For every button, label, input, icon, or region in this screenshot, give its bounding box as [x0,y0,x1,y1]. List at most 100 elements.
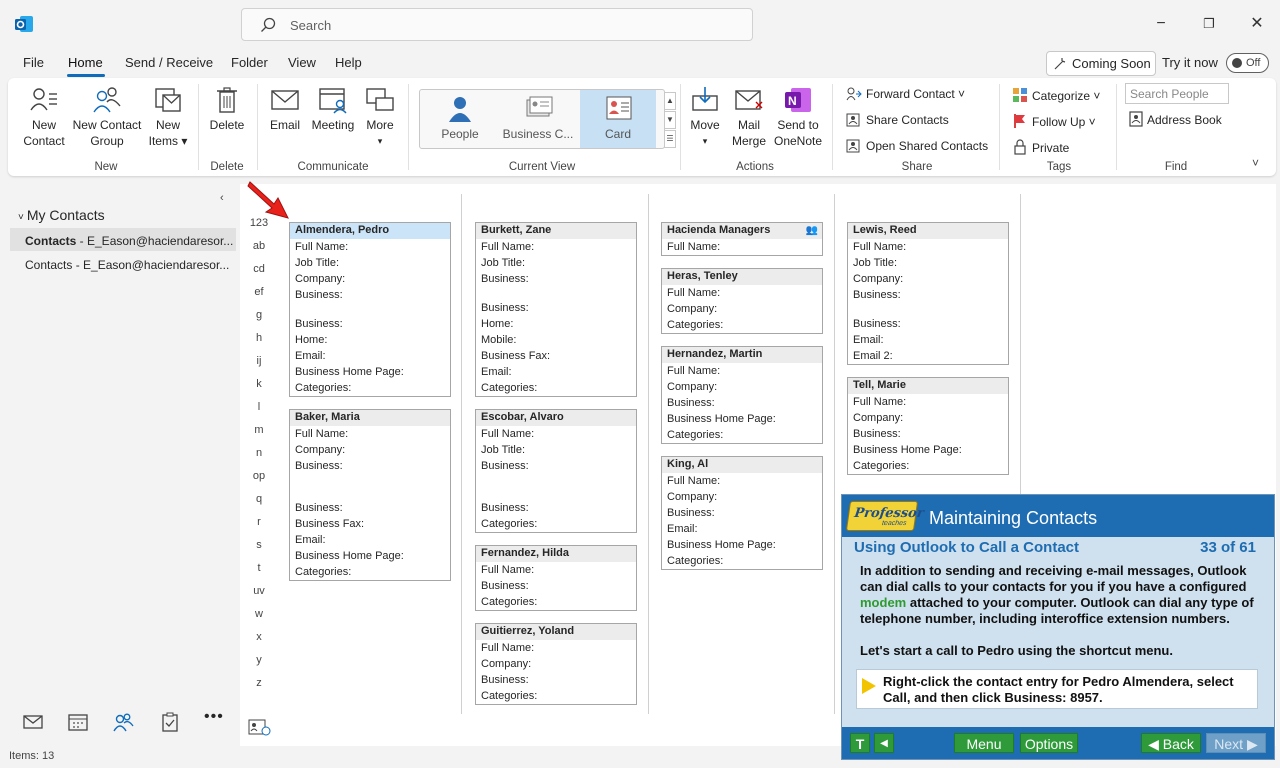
menu-view[interactable]: View [288,55,316,70]
forward-contact-button[interactable]: Forward Contact ˅ [846,87,965,101]
contact-card[interactable]: Guitierrez, Yoland Full Name: Company: Busi… [475,623,637,705]
alphabet-index-item[interactable]: l [240,401,278,413]
contact-card-view-icon[interactable] [248,719,272,737]
minimize-button[interactable]: − [1149,12,1173,36]
contact-field: Business: [853,428,901,440]
contact-name[interactable]: Lewis, Reed [848,223,1008,239]
tasks-icon[interactable] [159,712,181,732]
contact-name[interactable]: Almendera, Pedro [290,223,450,239]
meeting-button[interactable]: Meeting [310,86,356,133]
coming-soon-button[interactable]: Coming Soon [1046,51,1156,76]
alphabet-index-item[interactable]: m [240,424,278,436]
alphabet-index-item[interactable]: cd [240,263,278,275]
back-button[interactable]: ◀ Back [1141,733,1201,753]
contact-card[interactable]: Heras, Tenley Full Name: Company: Categorie… [661,268,823,334]
new-outlook-toggle[interactable]: Off [1226,53,1269,73]
search-box[interactable]: Search [241,8,753,41]
move-button[interactable]: Move ▾ [686,86,724,149]
alphabet-index-item[interactable]: k [240,378,278,390]
alphabet-index-item[interactable]: ab [240,240,278,252]
contact-name[interactable]: Fernandez, Hilda [476,546,636,562]
nav-contacts-folder-1[interactable]: Contacts - E_Eason@haciendaresor... [10,228,236,251]
menu-help[interactable]: Help [335,55,362,70]
alphabet-index-item[interactable]: g [240,309,278,321]
contact-name[interactable]: Guitierrez, Yoland [476,624,636,640]
contact-name[interactable]: Hacienda Managers [662,223,822,239]
alphabet-index-item[interactable]: x [240,631,278,643]
delete-button[interactable]: Delete [204,86,250,133]
contact-card[interactable]: Escobar, Alvaro Full Name: Job Title: Busin… [475,409,637,533]
categorize-button[interactable]: Categorize ˅ [1012,87,1100,103]
send-to-onenote-button[interactable]: N Send to OneNote [772,86,824,149]
search-people-input[interactable]: Search People [1125,83,1229,104]
contact-name[interactable]: Baker, Maria [290,410,450,426]
collapse-pane-chevron-icon[interactable]: ‹ [220,192,224,204]
collapse-ribbon-chevron-icon[interactable]: ˅ [1252,156,1259,170]
expand-chevron-icon: ˅ [18,212,24,223]
alphabet-index-item[interactable]: s [240,539,278,551]
contact-name[interactable]: Burkett, Zane [476,223,636,239]
alphabet-index-item[interactable]: ij [240,355,278,367]
contact-name[interactable]: Hernandez, Martin [662,347,822,363]
contact-card[interactable]: Hacienda Managers Full Name: 👥 [661,222,823,256]
new-contact-button[interactable]: New Contact [18,86,70,149]
gallery-scroll-up[interactable]: ▲ [664,92,676,110]
address-book-button[interactable]: Address Book [1129,111,1222,127]
view-people[interactable]: People [422,90,498,148]
contact-card[interactable]: Almendera, Pedro Full Name: Job Title: Comp… [289,222,451,397]
more-button[interactable]: More ▾ [360,86,400,149]
more-apps-icon[interactable]: ••• [204,708,226,728]
menu-button[interactable]: Menu [954,733,1014,753]
menu-home[interactable]: Home [68,55,103,70]
email-button[interactable]: Email [264,86,306,133]
options-button[interactable]: Options [1020,733,1078,753]
alphabet-index-item[interactable]: t [240,562,278,574]
text-toggle-button[interactable]: T [850,733,870,753]
view-card[interactable]: Card [580,90,656,148]
mail-merge-button[interactable]: Mail Merge [728,86,770,149]
restore-button[interactable]: ❐ [1197,12,1221,36]
contact-name[interactable]: Escobar, Alvaro [476,410,636,426]
menu-file[interactable]: File [23,55,44,70]
calendar-icon[interactable] [67,712,89,732]
view-business-card[interactable]: Business C... [500,90,576,148]
next-button[interactable]: Next ▶ [1206,733,1266,753]
new-items-button[interactable]: New Items ▾ [144,86,192,149]
open-shared-contacts-button[interactable]: Open Shared Contacts [846,139,988,153]
contact-card[interactable]: Burkett, Zane Full Name: Job Title: Busines… [475,222,637,397]
contact-card[interactable]: Lewis, Reed Full Name: Job Title: Company: B… [847,222,1009,365]
alphabet-index-item[interactable]: r [240,516,278,528]
menu-send-receive[interactable]: Send / Receive [125,55,213,70]
follow-up-button[interactable]: Follow Up ˅ [1012,113,1096,129]
alphabet-index-item[interactable]: op [240,470,278,482]
menu-folder[interactable]: Folder [231,55,268,70]
previous-small-button[interactable]: ◀ [874,733,894,753]
contact-card[interactable]: Hernandez, Martin Full Name: Company: Busin… [661,346,823,444]
modem-link[interactable]: modem [860,595,906,610]
my-contacts-header[interactable]: ˅ My Contacts [18,207,105,223]
alphabet-index-item[interactable]: uv [240,585,278,597]
contact-name[interactable]: King, Al [662,457,822,473]
alphabet-index-item[interactable]: n [240,447,278,459]
contact-card[interactable]: Baker, Maria Full Name: Company: Business: B… [289,409,451,581]
alphabet-index-item[interactable]: w [240,608,278,620]
alphabet-index-item[interactable]: z [240,677,278,689]
contact-card[interactable]: Fernandez, Hilda Full Name: Business: Categ… [475,545,637,611]
contact-name[interactable]: Tell, Marie [848,378,1008,394]
contact-name[interactable]: Heras, Tenley [662,269,822,285]
alphabet-index-item[interactable]: ef [240,286,278,298]
gallery-expand[interactable]: ☰ [664,130,676,148]
new-contact-group-button[interactable]: New Contact Group [70,86,144,149]
contact-card[interactable]: Tell, Marie Full Name: Company: Business: Bu… [847,377,1009,475]
people-module-icon[interactable] [112,712,134,732]
nav-contacts-folder-2[interactable]: Contacts - E_Eason@haciendaresor... [10,252,236,275]
alphabet-index-item[interactable]: h [240,332,278,344]
gallery-scroll-down[interactable]: ▼ [664,111,676,129]
alphabet-index-item[interactable]: q [240,493,278,505]
alphabet-index-item[interactable]: y [240,654,278,666]
private-button[interactable]: Private [1012,139,1069,155]
contact-card[interactable]: King, Al Full Name: Company: Business: Email… [661,456,823,570]
share-contacts-button[interactable]: Share Contacts [846,113,949,127]
mail-icon[interactable] [22,712,44,732]
close-button[interactable]: ✕ [1245,12,1269,36]
